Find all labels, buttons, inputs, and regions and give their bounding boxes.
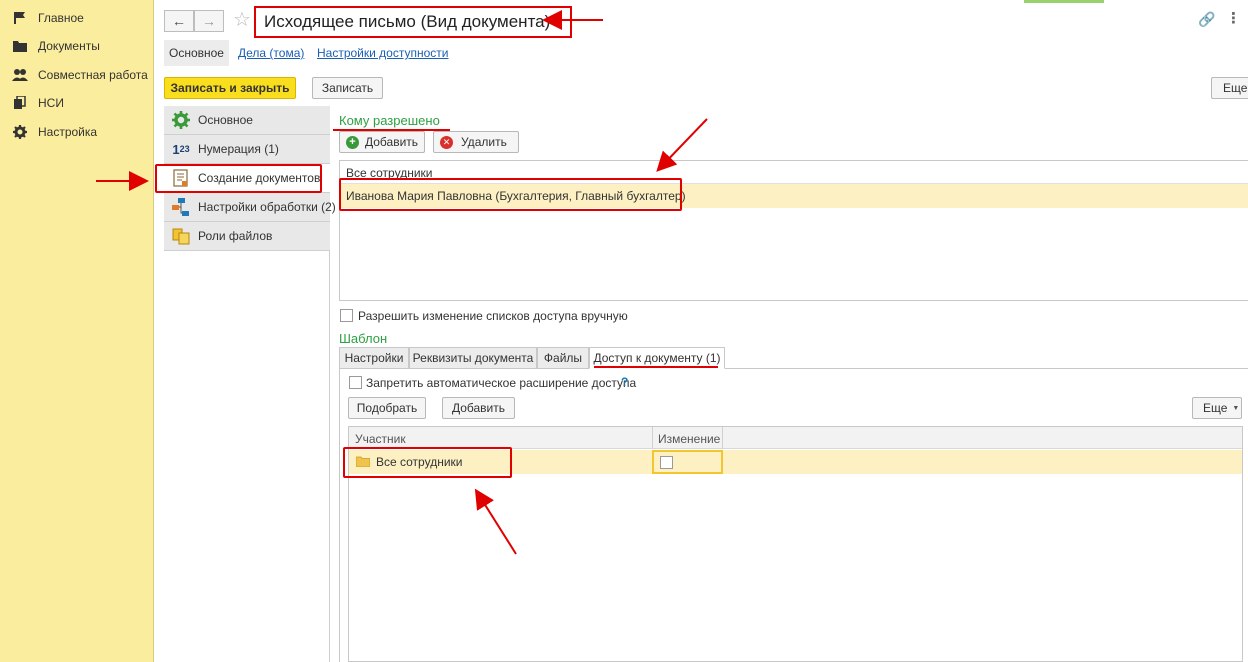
annotation-arrows bbox=[96, 10, 708, 555]
